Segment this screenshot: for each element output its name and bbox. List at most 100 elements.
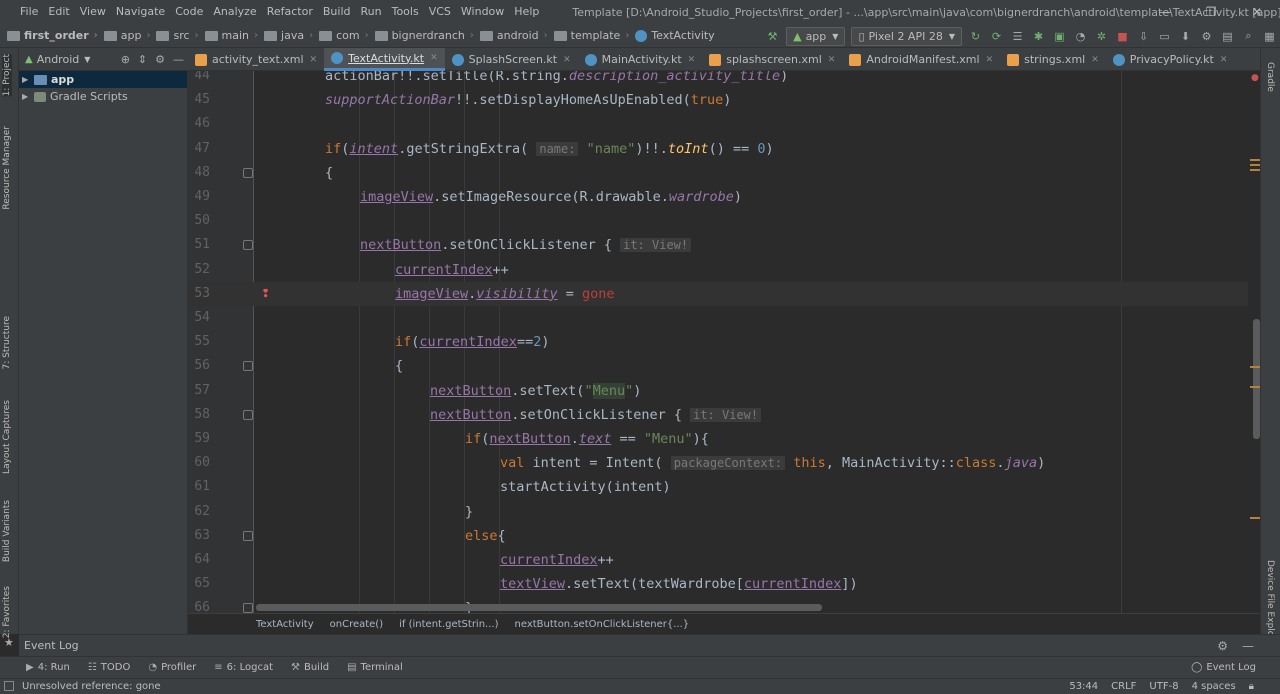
code-text[interactable]: if(currentIndex==2) [395, 330, 550, 354]
warning-mark[interactable] [1250, 159, 1260, 161]
tool-window-4-run[interactable]: ▶ 4: Run [26, 662, 70, 673]
debug-icon[interactable]: ✱ [1028, 26, 1049, 46]
indent-setting[interactable]: 4 spaces [1192, 681, 1236, 692]
restore-button[interactable]: ❐ [1188, 0, 1234, 24]
close-button[interactable]: ✕ [1234, 0, 1280, 24]
code-line[interactable]: 49 imageView.setImageResource(R.drawable.… [188, 185, 1260, 209]
code-text[interactable]: currentIndex++ [500, 548, 614, 572]
expand-arrow-icon[interactable]: ▶ [22, 75, 34, 84]
code-line[interactable]: 46 [188, 112, 1260, 136]
avd-manager-icon[interactable]: ▭ [1154, 26, 1175, 46]
horizontal-scrollbar[interactable] [256, 604, 822, 611]
toggle-tool-windows-icon[interactable] [4, 681, 14, 691]
layout-captures-tab[interactable]: Layout Captures [2, 400, 12, 474]
build-variants-tab[interactable]: Build Variants [2, 500, 12, 562]
crumb-9[interactable]: TextActivity [632, 29, 717, 42]
menu-analyze[interactable]: Analyze [208, 0, 261, 24]
apply-changes-icon[interactable]: ↻ [965, 26, 986, 46]
menu-tools[interactable]: Tools [387, 0, 424, 24]
gear-icon[interactable]: ⚙ [1217, 639, 1228, 653]
favorites-star-icon[interactable]: ★ [4, 636, 14, 649]
close-tab-icon[interactable]: ✕ [310, 55, 318, 65]
profile-icon[interactable]: ◔ [1070, 26, 1091, 46]
code-line[interactable]: 62} [188, 500, 1260, 524]
project-tool-tab[interactable]: 1: Project [2, 54, 12, 97]
layout-inspector-icon[interactable]: ▤ [1217, 26, 1238, 46]
close-tab-icon[interactable]: ✕ [828, 55, 836, 65]
warning-mark[interactable] [1250, 169, 1260, 171]
code-text[interactable]: else{ [465, 524, 506, 548]
line-separator[interactable]: CRLF [1111, 681, 1136, 692]
collapse-icon[interactable]: ⇕ [138, 53, 147, 66]
code-text[interactable]: { [325, 161, 333, 185]
resource-manager-tab[interactable]: Resource Manager [2, 126, 12, 210]
tab-splashscreen-kt[interactable]: SplashScreen.kt ✕ [445, 48, 578, 71]
fold-marker-icon[interactable] [243, 530, 253, 541]
run-config-select[interactable]: ▲ app ▼ [786, 26, 846, 46]
hammer-icon[interactable]: ⚒ [762, 26, 783, 46]
tree-item-app[interactable]: ▶ app [19, 71, 187, 88]
overflow-icon[interactable]: ▦ [1259, 26, 1280, 46]
code-line[interactable]: 55 if(currentIndex==2) [188, 330, 1260, 354]
tab-textactivity-kt[interactable]: TextActivity.kt ✕ [324, 48, 445, 71]
code-text[interactable]: { [395, 354, 403, 378]
warning-mark[interactable] [1250, 386, 1260, 388]
tab-strings-xml[interactable]: strings.xml ✕ [1000, 48, 1106, 71]
code-line[interactable]: 57 nextButton.setText("Menu") [188, 379, 1260, 403]
locate-icon[interactable]: ⊕ [121, 53, 130, 66]
fold-marker-icon[interactable] [243, 240, 253, 251]
code-line[interactable]: 45 supportActionBar!!.setDisplayHomeAsUpE… [188, 88, 1260, 112]
crumb-8[interactable]: template › [551, 29, 633, 42]
code-text[interactable]: startActivity(intent) [500, 475, 671, 499]
close-tab-icon[interactable]: ✕ [688, 55, 696, 65]
tool-window-terminal[interactable]: ▤ Terminal [347, 662, 403, 673]
code-breadcrumb-item[interactable]: TextActivity [256, 619, 314, 630]
code-text[interactable]: nextButton.setText("Menu") [430, 379, 641, 403]
code-line[interactable]: 50 [188, 209, 1260, 233]
file-encoding[interactable]: UTF-8 [1149, 681, 1178, 692]
gear-icon[interactable]: ⚙ [155, 53, 165, 66]
tree-item-gradle-scripts[interactable]: ▶ Gradle Scripts [19, 88, 187, 105]
menu-edit[interactable]: Edit [43, 0, 74, 24]
tab-androidmanifest-xml[interactable]: AndroidManifest.xml ✕ [842, 48, 1000, 71]
close-tab-icon[interactable]: ✕ [1220, 55, 1228, 65]
warning-mark[interactable] [1250, 366, 1260, 368]
stop-icon[interactable]: ■ [1112, 26, 1133, 46]
code-text[interactable]: nextButton.setOnClickListener { it: View… [430, 403, 762, 427]
code-line[interactable]: 64 currentIndex++ [188, 548, 1260, 572]
warning-mark[interactable] [1250, 517, 1260, 519]
search-icon[interactable]: ⌕ [1238, 26, 1259, 46]
code-line[interactable]: 59 if(nextButton.text == "Menu"){ [188, 427, 1260, 451]
code-line[interactable]: 54 [188, 306, 1260, 330]
code-line[interactable]: 58 nextButton.setOnClickListener { it: Vi… [188, 403, 1260, 427]
code-line[interactable]: 60 val intent = Intent( packageContext: t… [188, 451, 1260, 475]
menu-help[interactable]: Help [509, 0, 544, 24]
code-line[interactable]: 52 currentIndex++ [188, 258, 1260, 282]
tool-window-profiler[interactable]: ◔ Profiler [148, 662, 196, 673]
fold-marker-icon[interactable] [243, 409, 253, 420]
project-structure-icon[interactable]: ⚙ [1196, 26, 1217, 46]
favorites-tab[interactable]: 2: Favorites [2, 586, 12, 638]
tab-mainactivity-kt[interactable]: MainActivity.kt ✕ [578, 48, 703, 71]
menu-code[interactable]: Code [170, 0, 208, 24]
code-breadcrumb-item[interactable]: onCreate() [330, 619, 384, 630]
code-line[interactable]: 48 { [188, 161, 1260, 185]
code-editor[interactable]: 44 actionBar!!.setTitle(R.string.descript… [188, 71, 1260, 613]
expand-arrow-icon[interactable]: ▶ [22, 92, 34, 101]
device-select[interactable]: ▯ Pixel 2 API 28 ▼ [851, 26, 962, 46]
warning-mark[interactable] [1250, 164, 1260, 166]
crumb-6[interactable]: bignerdranch › [372, 29, 477, 42]
code-text[interactable]: val intent = Intent( packageContext: thi… [500, 451, 1045, 475]
minimize-button[interactable]: — [1142, 0, 1188, 24]
crumb-2[interactable]: src › [153, 29, 201, 42]
menu-file[interactable]: File [15, 0, 43, 24]
event-log-button[interactable]: ◯ Event Log [1191, 662, 1256, 673]
crumb-4[interactable]: java › [261, 29, 316, 42]
crumb-0[interactable]: first_order › [4, 29, 101, 42]
fold-marker-icon[interactable] [243, 361, 253, 372]
run-list-icon[interactable]: ☰ [1007, 26, 1028, 46]
project-view-select[interactable]: ▲ Android ▼ [25, 53, 90, 66]
close-tab-icon[interactable]: ✕ [986, 55, 994, 65]
gradle-tab[interactable]: Gradle [1265, 62, 1275, 92]
close-tab-icon[interactable]: ✕ [563, 55, 571, 65]
